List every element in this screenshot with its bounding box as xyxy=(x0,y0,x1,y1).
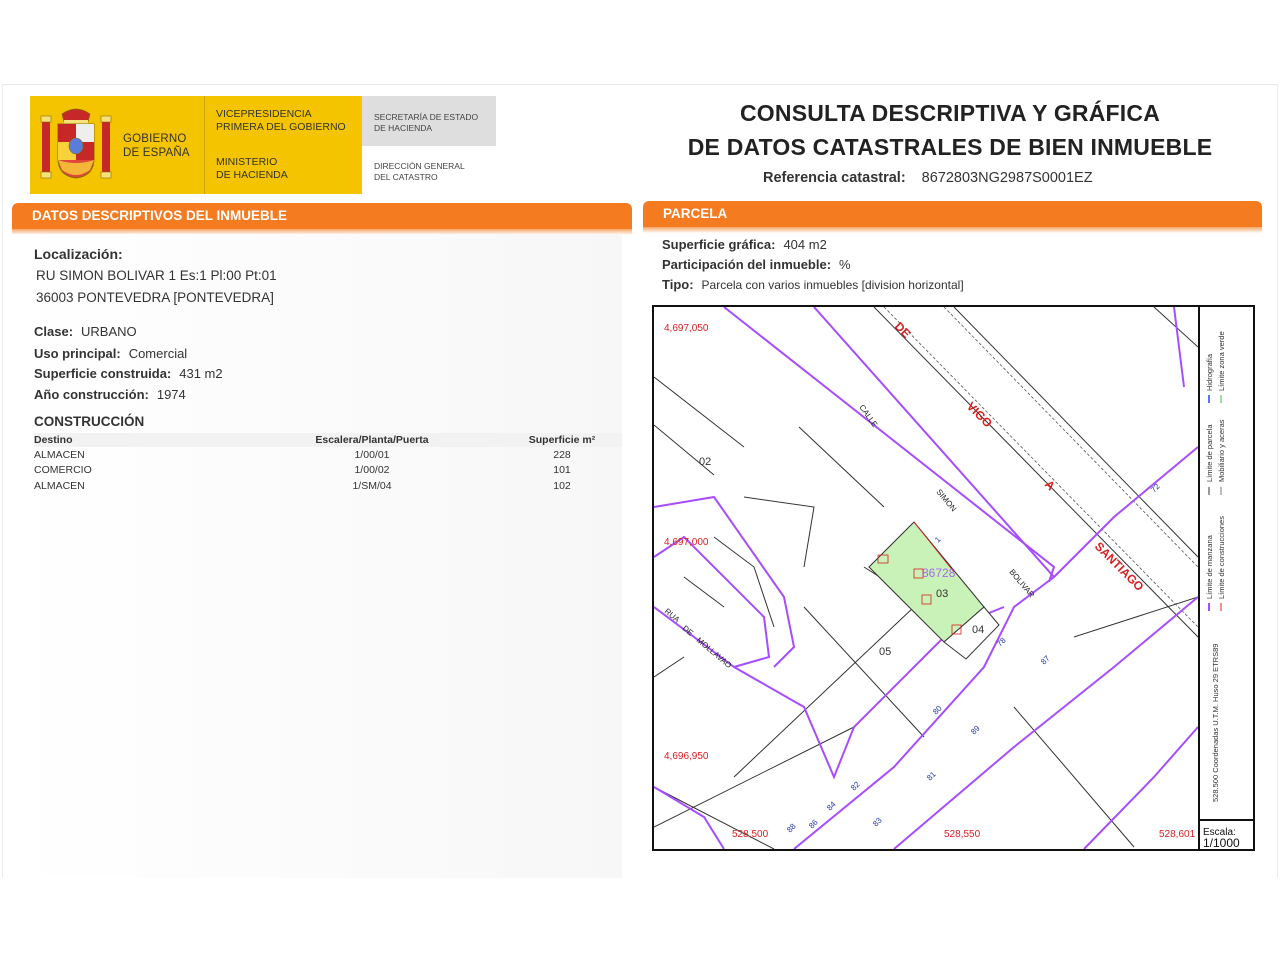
num-1: 1 xyxy=(933,535,943,545)
participacion-field: Participación del inmueble:% xyxy=(662,257,851,272)
parcel-ref: 86728 xyxy=(922,566,956,580)
localizacion-line2: 36003 PONTEVEDRA [PONTEVEDRA] xyxy=(36,290,274,305)
uso-field: Uso principal: Comercial xyxy=(34,346,188,361)
coat-of-arms-icon xyxy=(40,108,112,179)
street-mollavao: MOLLAVAO xyxy=(695,636,734,670)
cell-superficie: 228 xyxy=(553,448,571,461)
street-de: DE xyxy=(892,319,914,341)
num-81: 81 xyxy=(925,769,938,782)
cell-escalera: 1/00/02 xyxy=(354,464,390,477)
ref-value: 8672803NG2987S0001EZ xyxy=(921,170,1093,186)
parcel-02: 02 xyxy=(699,456,711,468)
street-santiago: SANTIAGO xyxy=(1092,539,1147,594)
tipo-field: Tipo: Parcela con varios inmuebles [divis… xyxy=(662,277,964,292)
ministerio-text: MINISTERIO DE HACIENDA xyxy=(216,156,288,181)
direccion-text: DIRECCIÓN GENERAL DEL CATASTRO xyxy=(374,161,465,182)
num-84: 84 xyxy=(825,799,838,812)
logo-divider xyxy=(204,96,205,194)
localizacion-label: Localización: xyxy=(34,246,123,262)
superficie-field: Superficie construida: 431 m2 xyxy=(34,366,223,381)
gobierno-text: GOBIERNO DE ESPAÑA xyxy=(123,133,190,159)
vicepresidencia-text: VICEPRESIDENCIA PRIMERA DEL GOBIERNO xyxy=(216,108,346,133)
num-78: 78 xyxy=(995,635,1008,648)
parcel-05: 05 xyxy=(879,646,891,658)
construccion-table: Destino Escalera/Planta/Puerta Superfici… xyxy=(34,433,622,494)
num-89: 89 xyxy=(969,723,982,736)
parcel-04: 04 xyxy=(972,624,984,636)
num-87: 87 xyxy=(1039,653,1052,666)
street-rua: RUA xyxy=(663,607,682,625)
coord-top: 4,697,050 xyxy=(664,323,709,334)
section-bar-datos: DATOS DESCRIPTIVOS DEL INMUEBLE xyxy=(12,203,632,235)
cell-escalera: 1/00/01 xyxy=(354,448,390,461)
clase-field: Clase: URBANO xyxy=(34,324,137,339)
gobierno-logo-block: GOBIERNO DE ESPAÑA VICEPRESIDENCIA PRIME… xyxy=(30,96,362,194)
num-72: 72 xyxy=(1149,481,1162,494)
num-88: 88 xyxy=(785,821,798,834)
table-row: COMERCIO 1/00/02 101 xyxy=(34,463,622,479)
legend-manzana: Límite de manzana xyxy=(1205,534,1214,599)
col-destino: Destino xyxy=(34,433,242,447)
table-row: ALMACEN 1/00/01 228 xyxy=(34,447,622,463)
street-simon: SIMON xyxy=(934,488,958,514)
x-right: 528,601 xyxy=(1159,829,1196,840)
col-escalera: Escalera/Planta/Puerta xyxy=(242,433,502,447)
num-83: 83 xyxy=(871,815,884,828)
street-a: A xyxy=(1042,477,1058,493)
scale-box: Escala: 1/1000 xyxy=(1200,819,1253,849)
cell-escalera: 1/SM/04 xyxy=(352,479,392,492)
coord-bot: 4,696,950 xyxy=(664,751,709,762)
construccion-title: CONSTRUCCIÓN xyxy=(34,414,145,429)
x-left: 528,500 xyxy=(732,829,769,840)
table-header-row: Destino Escalera/Planta/Puerta Superfici… xyxy=(34,433,622,447)
street-calle: CALLE xyxy=(857,403,879,429)
map-legend: 528.500 Coordenadas U.T.M. Huso 29 ETRS8… xyxy=(1205,331,1226,802)
cell-superficie: 101 xyxy=(553,464,571,477)
col-superficie: Superficie m² xyxy=(502,433,622,447)
x-mid: 528,550 xyxy=(944,829,981,840)
secretaria-text: SECRETARÍA DE ESTADO DE HACIENDA xyxy=(374,112,479,133)
street-bolivar: BOLIVAR xyxy=(1007,568,1036,600)
anio-field: Año construcción: 1974 xyxy=(34,387,186,402)
cell-destino: COMERCIO xyxy=(34,464,92,477)
legend-constr: Límite de construcciones xyxy=(1217,516,1226,599)
legend-hidro: Hidrografía xyxy=(1205,353,1214,391)
legend-parcela: Límite de parcela xyxy=(1205,424,1214,482)
cell-destino: ALMACEN xyxy=(34,479,85,492)
cell-superficie: 102 xyxy=(553,479,571,492)
legend-coords: 528.500 Coordenadas U.T.M. Huso 29 ETRS8… xyxy=(1211,644,1220,802)
referencia-catastral: Referencia catastral: 8672803NG2987S0001E… xyxy=(763,170,1093,186)
localizacion-line1: RU SIMON BOLIVAR 1 Es:1 Pl:00 Pt:01 xyxy=(36,268,277,283)
num-82: 82 xyxy=(849,779,862,792)
coord-mid: 4,697,000 xyxy=(664,537,709,548)
map-drawing: 4,697,050 4,697,000 4,696,950 528,500 52… xyxy=(654,307,1198,849)
legend-mobiliario: Mobiliario y aceras xyxy=(1217,419,1226,482)
page-title: CONSULTA DESCRIPTIVA Y GRÁFICA DE DATOS … xyxy=(687,100,1213,160)
cell-destino: ALMACEN xyxy=(34,448,85,461)
section-bar-parcela: PARCELA xyxy=(643,201,1262,233)
parcel-03: 03 xyxy=(936,588,948,600)
legend-verde: Límite zona verde xyxy=(1217,331,1226,391)
cadastral-map[interactable]: 4,697,050 4,697,000 4,696,950 528,500 52… xyxy=(652,305,1255,851)
table-row: ALMACEN 1/SM/04 102 xyxy=(34,478,622,494)
superficie-grafica-field: Superficie gráfica: 404 m2 xyxy=(662,237,827,252)
